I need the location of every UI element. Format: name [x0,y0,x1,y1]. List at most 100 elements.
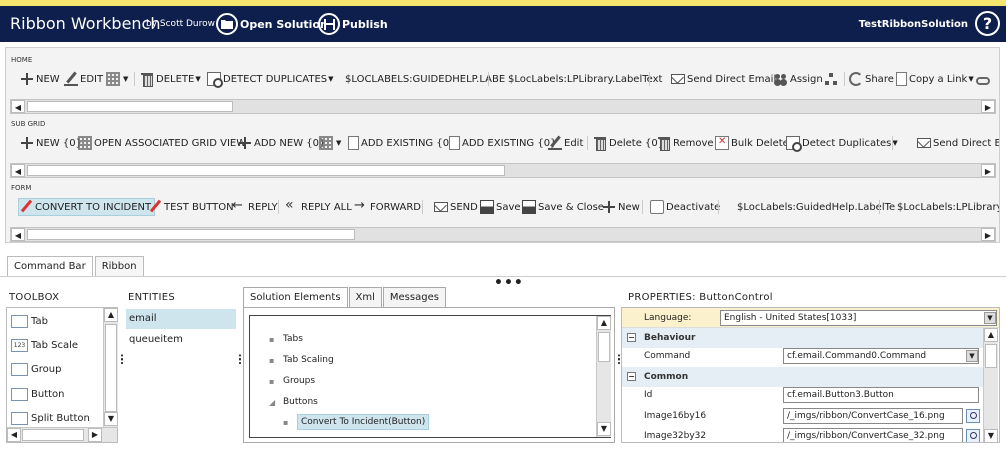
subgrid-add-existing-button-2[interactable]: ADD EXISTING {0} [449,134,556,152]
subgrid-edit-button[interactable]: Edit [548,134,583,152]
browse-image-icon[interactable] [966,429,980,442]
subgrid-send-direct-button[interactable]: Send Direct E [917,134,999,152]
scroll-up-icon[interactable]: ▲ [984,328,998,342]
form-deactivate-button[interactable]: Deactivate [650,198,720,216]
entity-item-queueitem[interactable]: queueitem [126,330,236,350]
form-loclabel-guided-button[interactable]: $LocLabels:GuidedHelp.LabelTe [721,198,895,216]
toolbox-splitter[interactable]: :: [120,353,124,367]
home-new-button[interactable]: NEW [20,70,60,88]
subgrid-remove-button[interactable]: Remove [657,134,714,152]
collapse-icon[interactable]: − [627,333,636,342]
toolbox-item-group[interactable]: Group [11,360,61,378]
form-save-button[interactable]: Save [480,198,521,216]
tab-command-bar[interactable]: Command Bar [7,256,93,276]
tree-item-groups[interactable]: ▪ Groups [269,376,315,386]
home-horizontal-scrollbar[interactable]: ◀ ▶ [10,99,996,114]
scroll-left-icon[interactable]: ◀ [7,428,21,442]
home-link-button[interactable] [976,70,992,88]
toolbox-item-tab[interactable]: Tab [11,312,48,330]
home-send-direct-email-button[interactable]: Send Direct Email [671,70,776,88]
form-save-close-button[interactable]: Save & Close [522,198,604,216]
scroll-up-icon[interactable]: ▲ [597,316,611,330]
solution-splitter[interactable]: :: [617,353,621,367]
form-new-button[interactable]: New [602,198,640,216]
scroll-right-icon[interactable]: ▶ [981,164,995,177]
publish-button[interactable]: Publish [318,12,388,36]
tab-ribbon[interactable]: Ribbon [94,256,144,276]
form-reply-all-button[interactable]: REPLY ALL [285,197,352,216]
home-detect-duplicates-button[interactable]: DETECT DUPLICATES ▼ [207,70,334,88]
image16-field[interactable]: /_imgs/ribbon/ConvertCase_16.png [783,408,963,424]
image32-field[interactable]: /_imgs/ribbon/ConvertCase_32.png [783,428,963,442]
scroll-thumb[interactable] [27,101,233,112]
subgrid-add-existing-button-1[interactable]: ADD EXISTING {0} [348,134,455,152]
tab-xml[interactable]: Xml [348,287,382,308]
home-edit-button[interactable]: EDIT [64,70,103,88]
language-select[interactable]: English - United States[1033] [720,310,997,326]
tree-item-tab-scaling[interactable]: ▪ Tab Scaling [269,355,334,365]
scroll-right-icon[interactable]: ▶ [981,228,995,241]
form-forward-button[interactable]: FORWARD [354,198,421,216]
scroll-thumb[interactable] [27,229,355,240]
tree-item-buttons[interactable]: ◢ Buttons [269,397,318,407]
form-reply-button[interactable]: REPLY [232,198,278,216]
home-delete-button[interactable]: DELETE ▼ [140,70,201,88]
form-send-button[interactable]: SEND [434,198,478,216]
chevron-down-icon[interactable]: ▼ [966,350,978,362]
home-view-menu-button[interactable]: ▼ [106,70,128,88]
form-convert-to-incident-button[interactable]: CONVERT TO INCIDENT [18,198,156,216]
solution-vertical-scrollbar[interactable]: ▲ ▼ [596,316,611,437]
scroll-up-icon[interactable]: ▲ [104,308,118,322]
scroll-thumb[interactable] [598,332,610,362]
tree-item-tabs[interactable]: ▪ Tabs [269,334,303,344]
chevron-down-icon[interactable]: ▼ [984,312,996,324]
browse-image-icon[interactable] [966,409,980,423]
behaviour-group-header[interactable]: − Behaviour [622,328,983,348]
scroll-thumb[interactable] [985,344,997,368]
scroll-left-icon[interactable]: ◀ [11,164,25,177]
toolbox-item-tab-scale[interactable]: 123 Tab Scale [11,336,78,354]
home-loclabel-guided-button[interactable]: $LOCLABELS:GUIDEDHELP.LABE [329,70,505,88]
common-group-header[interactable]: − Common [622,367,983,387]
scroll-left-icon[interactable]: ◀ [11,228,25,241]
subgrid-add-new-button[interactable]: ADD NEW {0} [238,134,325,152]
subgrid-horizontal-scrollbar[interactable]: ◀ ▶ [10,163,996,178]
scroll-right-icon[interactable]: ▶ [981,100,995,113]
entities-splitter[interactable]: :: [238,353,242,367]
tab-messages[interactable]: Messages [382,287,446,308]
home-org-button[interactable] [824,70,840,88]
scroll-thumb[interactable] [22,429,84,441]
scroll-down-icon[interactable]: ▼ [104,412,118,426]
tab-solution-elements[interactable]: Solution Elements [243,287,348,308]
scroll-right-icon[interactable]: ▶ [88,428,102,442]
properties-vertical-scrollbar[interactable]: ▲ ▼ [983,328,998,442]
collapse-icon[interactable]: − [627,372,636,381]
expand-triangle-icon[interactable]: ◢ [269,398,283,407]
more-options-icon[interactable]: ••• [494,275,524,291]
subgrid-open-associated-button[interactable]: OPEN ASSOCIATED GRID VIEW [78,134,246,152]
toolbox-vertical-scrollbar[interactable]: ▲ ▼ [103,308,118,427]
subgrid-bulk-delete-button[interactable]: Bulk Delete [715,134,789,152]
subgrid-view-menu-button[interactable]: ▼ [319,134,341,152]
toolbox-item-button[interactable]: Button [11,385,65,403]
form-horizontal-scrollbar[interactable]: ◀ ▶ [10,227,996,242]
scroll-down-icon[interactable]: ▼ [984,429,998,442]
home-assign-button[interactable]: Assign [774,70,823,88]
toolbox-horizontal-scrollbar[interactable]: ◀ ▶ [7,427,117,442]
form-loclabel-library-button[interactable]: $LocLabels:LPLibrary.L [881,198,999,216]
command-select[interactable]: cf.email.Command0.Command [783,348,979,364]
open-solution-button[interactable]: Open Solution [216,12,328,36]
home-share-button[interactable]: Share [849,70,894,88]
scroll-thumb[interactable] [105,324,117,412]
subgrid-new-button[interactable]: NEW {0} [20,134,82,152]
scroll-down-icon[interactable]: ▼ [597,422,611,436]
id-field[interactable]: cf.email.Button3.Button [783,387,979,403]
toolbox-item-split-button[interactable]: Split Button [11,409,90,427]
home-loclabel-library-button[interactable]: $LocLabels:LPLibrary.LabelText [492,70,662,88]
help-icon[interactable]: ? [975,11,1000,36]
subgrid-delete-button[interactable]: Delete {0} [593,134,664,152]
home-copy-link-button[interactable]: Copy a Link ▼ [896,70,974,88]
scroll-left-icon[interactable]: ◀ [11,100,25,113]
tree-item-convert-to-incident[interactable]: ▪ Convert To Incident(Button) [283,414,430,430]
form-test-button[interactable]: TEST BUTTON [148,198,234,216]
